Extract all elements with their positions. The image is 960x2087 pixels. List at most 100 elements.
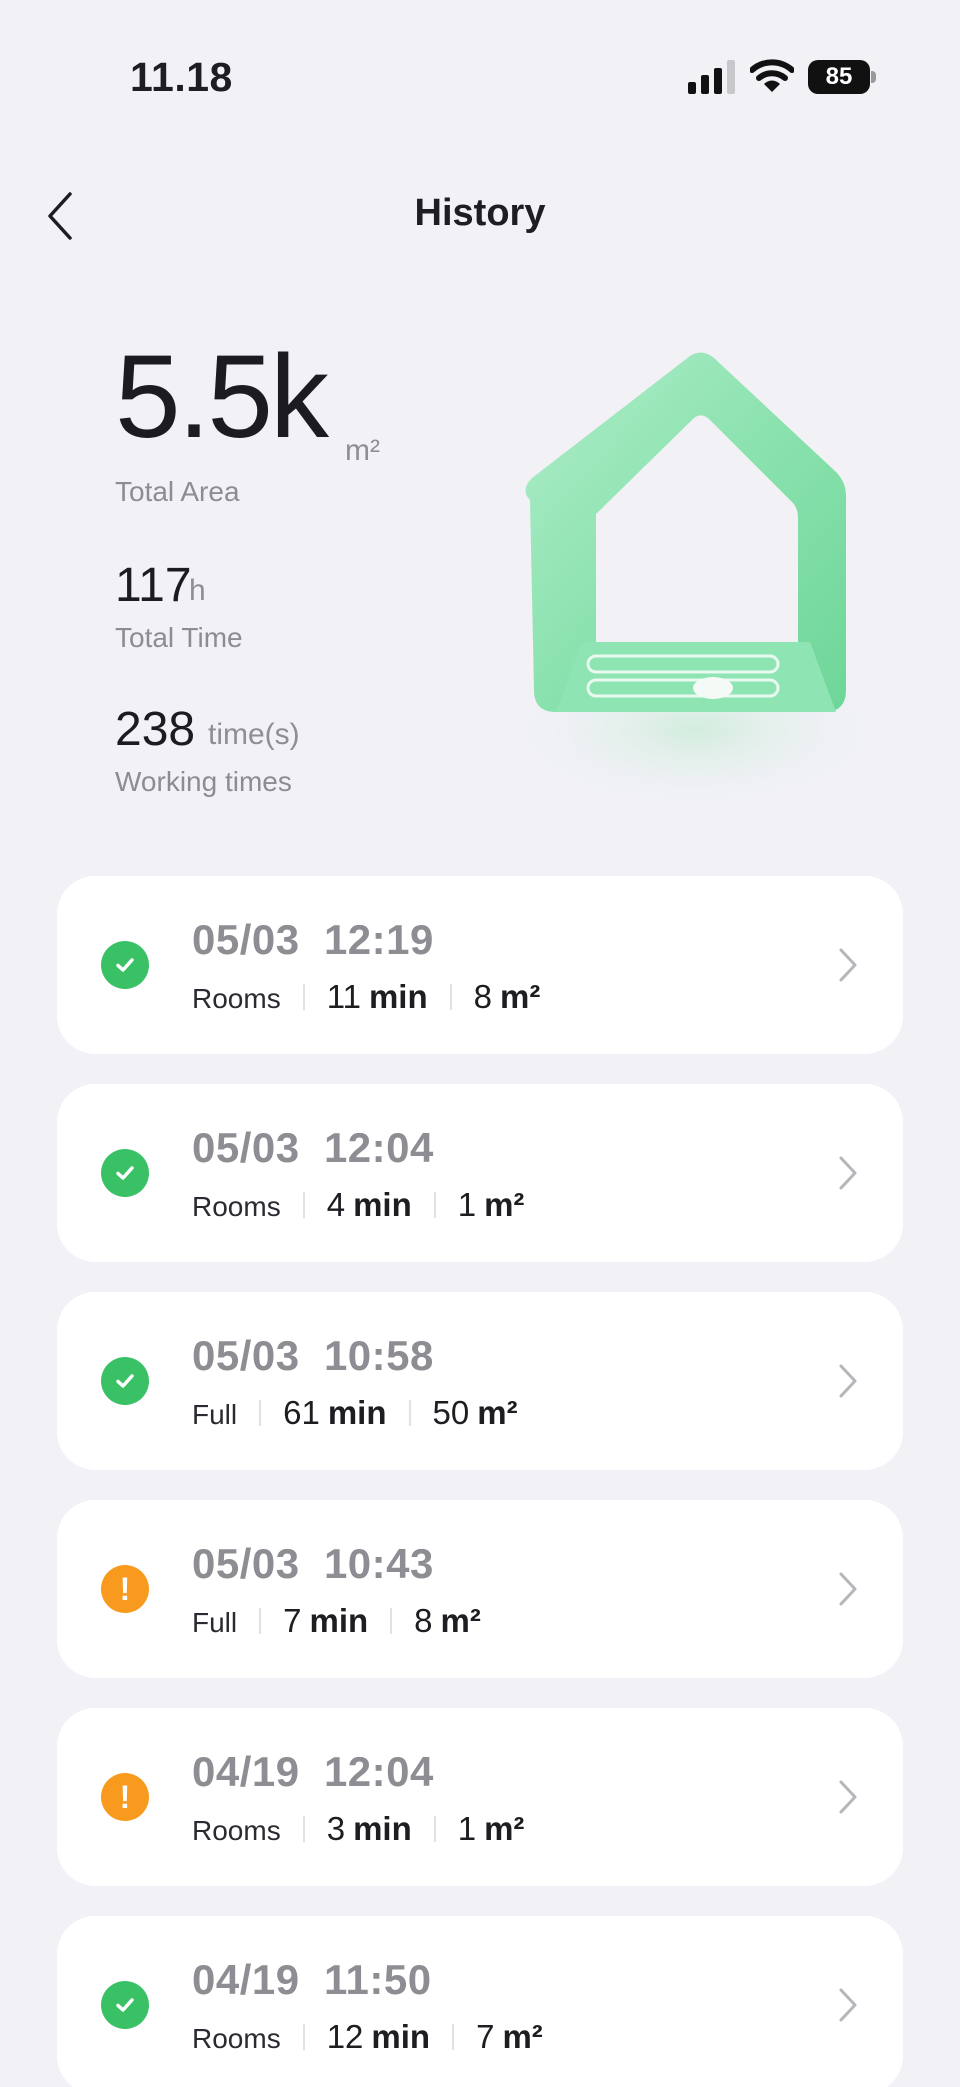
chevron-right-icon: [839, 1572, 857, 1606]
working-times-value: 238: [115, 703, 196, 756]
record-area-unit: m²: [477, 1394, 518, 1431]
divider: [302, 2024, 305, 2050]
record-mode: Full: [192, 1607, 238, 1638]
history-record[interactable]: ! 05/03 10:43 Full 7 min 8 m²: [57, 1500, 903, 1678]
record-meta: Rooms 3 min 1 m²: [192, 1810, 524, 1848]
record-datetime: 05/03 10:58: [192, 1332, 434, 1380]
record-mode: Full: [192, 1399, 238, 1430]
record-duration: 3: [326, 1810, 346, 1847]
divider: [452, 2024, 455, 2050]
history-record[interactable]: 05/03 10:58 Full 61 min 50 m²: [57, 1292, 903, 1470]
history-screen: 11.18 85 History 5.5k m² Total Area 117 …: [0, 0, 960, 2087]
record-duration: 4: [326, 1186, 346, 1223]
chevron-right-icon: [839, 948, 857, 982]
record-duration-unit: min: [327, 1394, 387, 1431]
total-area-label: Total Area: [115, 476, 240, 507]
divider: [449, 984, 452, 1010]
record-duration: 7: [283, 1602, 302, 1639]
record-mode: Rooms: [192, 1191, 281, 1222]
record-area-unit: m²: [502, 2018, 543, 2055]
divider: [433, 1816, 436, 1842]
total-time-label: Total Time: [115, 622, 243, 653]
record-time: 12:04: [323, 1124, 434, 1171]
record-area: 1: [457, 1810, 477, 1847]
record-area-unit: m²: [484, 1810, 525, 1847]
status-time: 11.18: [130, 54, 233, 100]
record-mode: Rooms: [192, 983, 281, 1014]
record-duration: 12: [326, 2018, 364, 2055]
divider: [259, 1400, 262, 1426]
record-date: 05/03: [192, 1540, 300, 1587]
total-time-value: 117: [115, 559, 192, 612]
cellular-signal-icon: [688, 60, 735, 94]
total-area-value: 5.5k: [115, 331, 329, 463]
divider: [302, 984, 305, 1010]
check-circle-icon: [101, 1981, 149, 2029]
chevron-right-icon: [839, 1988, 857, 2022]
record-date: 05/03: [192, 916, 300, 963]
record-date: 04/19: [192, 1748, 300, 1795]
status-bar: 11.18 85: [0, 0, 960, 150]
record-duration-unit: min: [353, 1186, 412, 1223]
record-date: 04/19: [192, 1956, 300, 2003]
history-record[interactable]: 05/03 12:04 Rooms 4 min 1 m²: [57, 1084, 903, 1262]
record-datetime: 04/19 12:04: [192, 1748, 434, 1796]
record-meta: Rooms 11 min 8 m²: [192, 978, 540, 1016]
divider: [302, 1816, 305, 1842]
house-illustration: [505, 352, 880, 810]
record-area: 8: [414, 1602, 433, 1639]
chevron-right-icon: [839, 1156, 857, 1190]
working-times-unit: time(s): [208, 718, 300, 751]
exclamation-circle-icon: !: [101, 1565, 149, 1613]
check-circle-icon: [101, 1149, 149, 1197]
record-meta: Rooms 4 min 1 m²: [192, 1186, 524, 1224]
divider: [259, 1608, 262, 1634]
battery-icon: 85: [808, 60, 876, 94]
chevron-right-icon: [839, 1364, 857, 1398]
record-area-unit: m²: [440, 1602, 481, 1639]
check-circle-icon: [101, 1357, 149, 1405]
record-duration: 11: [326, 978, 361, 1015]
page-title: History: [414, 192, 546, 234]
record-date: 05/03: [192, 1124, 300, 1171]
record-datetime: 04/19 11:50: [192, 1956, 432, 2004]
record-duration-unit: min: [371, 2018, 431, 2055]
stats-summary: 5.5k m² Total Area 117 h Total Time 238 …: [115, 330, 535, 810]
record-time: 11:50: [323, 1956, 432, 2003]
record-area: 8: [473, 978, 492, 1015]
history-record[interactable]: ! 04/19 12:04 Rooms 3 min 1 m²: [57, 1708, 903, 1886]
record-meta: Rooms 12 min 7 m²: [192, 2018, 543, 2056]
divider: [390, 1608, 393, 1634]
record-datetime: 05/03 12:19: [192, 916, 434, 964]
record-area-unit: m²: [484, 1186, 525, 1223]
record-meta: Full 7 min 8 m²: [192, 1602, 481, 1640]
divider: [408, 1400, 411, 1426]
record-meta: Full 61 min 50 m²: [192, 1394, 518, 1432]
record-duration-unit: min: [353, 1810, 412, 1847]
divider: [433, 1192, 436, 1218]
battery-level: 85: [808, 60, 870, 94]
record-time: 10:58: [323, 1332, 434, 1379]
record-area-unit: m²: [500, 978, 541, 1015]
record-time: 12:04: [323, 1748, 434, 1795]
record-area: 50: [432, 1394, 470, 1431]
record-time: 12:19: [323, 916, 434, 963]
history-record[interactable]: 05/03 12:19 Rooms 11 min 8 m²: [57, 876, 903, 1054]
record-datetime: 05/03 12:04: [192, 1124, 434, 1172]
record-duration-unit: min: [368, 978, 428, 1015]
history-record[interactable]: 04/19 11:50 Rooms 12 min 7 m²: [57, 1916, 903, 2087]
record-date: 05/03: [192, 1332, 300, 1379]
working-times-label: Working times: [115, 766, 292, 797]
divider: [302, 1192, 305, 1218]
wifi-icon: [750, 59, 794, 92]
record-duration: 61: [283, 1394, 320, 1431]
record-mode: Rooms: [192, 1815, 281, 1846]
record-mode: Rooms: [192, 2023, 281, 2054]
exclamation-circle-icon: !: [101, 1773, 149, 1821]
total-time-unit: h: [189, 574, 206, 607]
check-circle-icon: [101, 941, 149, 989]
chevron-right-icon: [839, 1780, 857, 1814]
history-list: 05/03 12:19 Rooms 11 min 8 m² 05/03 12:0…: [57, 876, 903, 2087]
record-area: 1: [457, 1186, 477, 1223]
record-area: 7: [476, 2018, 495, 2055]
